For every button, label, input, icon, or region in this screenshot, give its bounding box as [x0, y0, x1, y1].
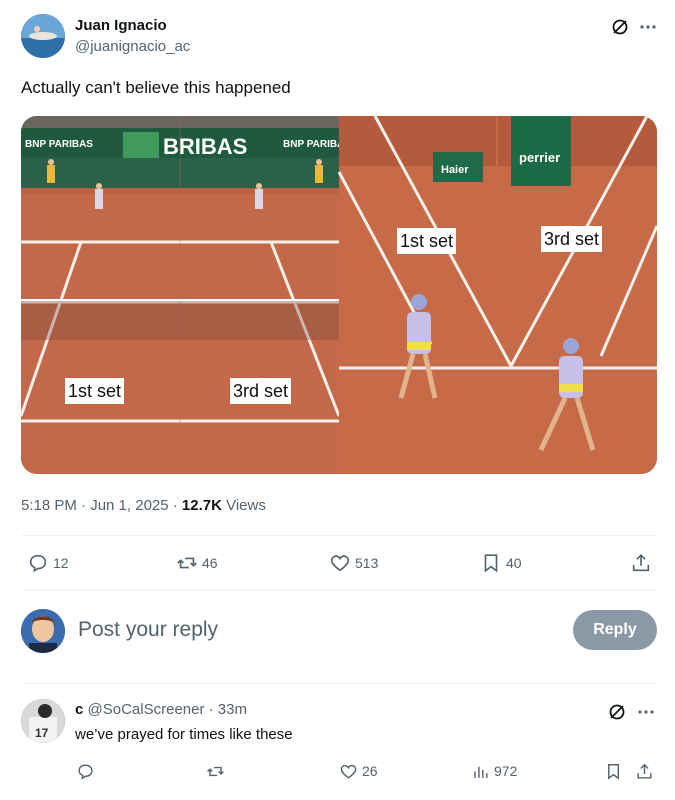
comment-header: c @SoCalScreener · 33m — [75, 701, 247, 718]
views-count: 12.7K — [181, 497, 222, 514]
views-label: Views — [221, 497, 266, 514]
media-label: 3rd set — [541, 226, 603, 252]
comment-bookmark-action[interactable] — [604, 761, 627, 781]
comment-reply-action[interactable] — [76, 761, 99, 781]
bookmark-icon — [484, 554, 498, 573]
media-label: 3rd set — [230, 378, 292, 404]
more-icon[interactable] — [639, 18, 657, 36]
author-name[interactable]: Juan Ignacio — [75, 17, 167, 34]
reply-input[interactable]: Post your reply — [78, 618, 218, 642]
reply-action[interactable]: 12 — [27, 551, 69, 575]
svg-text:17: 17 — [35, 726, 49, 740]
grok-icon[interactable] — [611, 18, 629, 36]
repost-icon — [207, 766, 224, 776]
divider — [21, 535, 657, 536]
media-label: 1st set — [65, 378, 125, 404]
repost-count: 46 — [202, 555, 218, 571]
more-icon[interactable] — [637, 703, 655, 721]
reply-composer: Post your reply Reply — [21, 608, 657, 656]
sponsor-text: BNP PARIBAS — [25, 139, 93, 150]
commenter-handle[interactable]: @SoCalScreener — [88, 701, 205, 718]
like-icon — [330, 555, 350, 572]
divider — [21, 589, 657, 590]
comment-share-action[interactable] — [635, 761, 658, 781]
post-meta: 5:18 PM · Jun 1, 2025 · 12.7K Views — [21, 497, 266, 514]
repost-action[interactable]: 46 — [176, 551, 218, 575]
post-text: Actually can't believe this happened — [21, 78, 291, 97]
reply-button[interactable]: Reply — [573, 610, 657, 650]
sponsor-text: BRIBAS — [163, 134, 247, 159]
post-timestamp[interactable]: 5:18 PM · Jun 1, 2025 · — [21, 497, 182, 514]
views-icon — [474, 766, 488, 778]
comment-repost-action[interactable] — [206, 761, 229, 781]
like-icon — [340, 764, 357, 779]
reply-comment[interactable]: 17 c @SoCalScreener · 33m we’ve prayed f… — [21, 697, 661, 797]
reply-icon — [29, 554, 47, 573]
author-avatar[interactable] — [21, 14, 65, 58]
comment-like-count: 26 — [362, 763, 378, 779]
post-header: Juan Ignacio @juanignacio_ac — [21, 14, 661, 60]
repost-icon — [177, 557, 197, 569]
grok-icon[interactable] — [608, 703, 626, 721]
bookmark-count: 40 — [506, 555, 522, 571]
reply-icon — [78, 763, 93, 780]
author-handle[interactable]: @juanignacio_ac — [75, 38, 190, 55]
tennis-collage: BNP PARIBAS BRIBAS BNP PARIBAS Haier per… — [21, 116, 657, 474]
post-media-image[interactable]: BNP PARIBAS BRIBAS BNP PARIBAS Haier per… — [21, 116, 657, 474]
bookmark-action[interactable]: 40 — [480, 551, 522, 575]
sponsor-text: perrier — [519, 150, 560, 165]
bookmark-icon — [608, 763, 619, 780]
user-avatar[interactable] — [21, 609, 65, 653]
divider — [21, 683, 657, 684]
commenter-name[interactable]: c — [75, 701, 83, 718]
share-icon — [632, 554, 650, 572]
comment-like-action[interactable]: 26 — [339, 761, 378, 781]
media-label: 1st set — [397, 228, 457, 254]
reply-count: 12 — [53, 555, 69, 571]
share-action[interactable] — [630, 551, 656, 575]
sponsor-text: Haier — [441, 164, 469, 176]
like-count: 513 — [355, 555, 379, 571]
comment-time[interactable]: · 33m — [204, 701, 247, 718]
commenter-avatar[interactable]: 17 — [21, 699, 65, 743]
comment-text: we’ve prayed for times like these — [75, 726, 293, 743]
comment-views-action[interactable]: 972 — [471, 761, 517, 781]
comment-views-count: 972 — [494, 763, 518, 779]
share-icon — [637, 763, 652, 779]
like-action[interactable]: 513 — [329, 551, 378, 575]
